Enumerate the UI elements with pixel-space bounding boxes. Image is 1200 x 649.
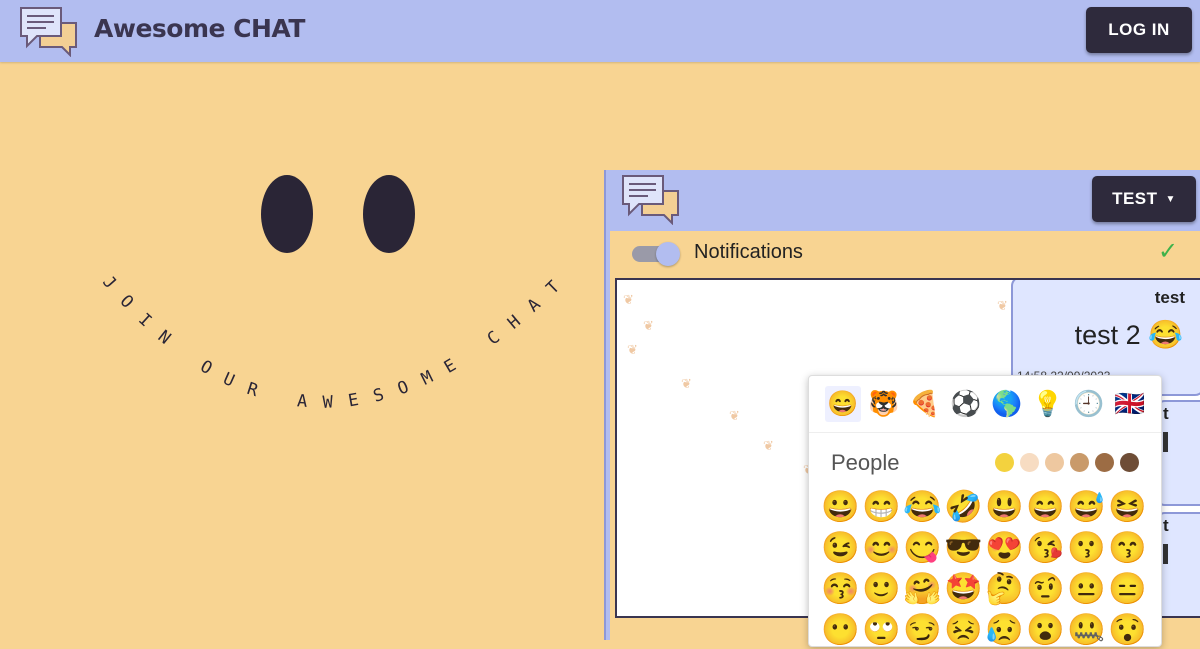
toggle-knob: [656, 242, 680, 266]
objects-tab[interactable]: 💡: [1030, 386, 1066, 422]
butterfly-icon: ❦: [627, 342, 638, 357]
emoji-option[interactable]: 😑: [1108, 570, 1147, 608]
emoji-option[interactable]: 🤣: [944, 488, 983, 526]
brand-title[interactable]: Awesome CHAT: [94, 14, 305, 43]
emoji-option[interactable]: 😶: [821, 611, 860, 649]
butterfly-icon: ❦: [997, 298, 1008, 313]
top-navbar: Awesome CHAT LOG IN: [0, 0, 1200, 62]
emoji-category-tabs: 😄 🐯 🍕 ⚽ 🌎 💡 🕘 🇬🇧: [809, 376, 1161, 433]
skin-tone-swatch[interactable]: [1020, 453, 1039, 472]
emoji-option[interactable]: 🤩: [944, 570, 983, 608]
emoji-category-label: People: [831, 450, 900, 475]
emoji-picker: 😄 🐯 🍕 ⚽ 🌎 💡 🕘 🇬🇧 People 😀 😁 😂 🤣 😃 😄 😅 😆 😉 😊 😋 😎 😍 😘 😗 😙 😚 🙂 🤗 🤩 🤔 🤨 😐…: [808, 375, 1162, 647]
smiley-mouth-text: JOIN OUR AWESOME CHAT: [98, 266, 575, 413]
emoji-option[interactable]: 😥: [985, 611, 1024, 649]
emoji-option[interactable]: 🙄: [862, 611, 901, 649]
emoji-option[interactable]: 😃: [985, 488, 1024, 526]
login-button[interactable]: LOG IN: [1086, 7, 1192, 53]
butterfly-icon: ❦: [681, 376, 692, 391]
message-text-fragment: [1163, 544, 1168, 564]
message-text: test 2 😂: [1074, 319, 1183, 350]
travel-tab[interactable]: 🌎: [989, 386, 1025, 422]
emoji-option[interactable]: 😙: [1108, 529, 1147, 567]
emoji-option[interactable]: 😄: [1026, 488, 1065, 526]
emoji-option[interactable]: 😏: [903, 611, 942, 649]
emoji-option[interactable]: 😁: [862, 488, 901, 526]
notifications-toggle[interactable]: [632, 242, 684, 266]
notifications-label: Notifications: [694, 241, 803, 263]
check-icon: ✓: [1158, 238, 1179, 265]
emoji-option[interactable]: 🤐: [1067, 611, 1106, 649]
symbols-tab[interactable]: 🕘: [1071, 386, 1107, 422]
smiley-left-eye: [261, 175, 313, 253]
user-menu-label: TEST: [1112, 189, 1158, 208]
butterfly-icon: ❦: [643, 318, 654, 333]
skin-tone-swatch[interactable]: [1045, 453, 1064, 472]
butterfly-icon: ❦: [763, 438, 774, 453]
people-tab[interactable]: 😄: [825, 386, 861, 422]
emoji-option[interactable]: 😯: [1108, 611, 1147, 649]
emoji-option[interactable]: 🤗: [903, 570, 942, 608]
emoji-option[interactable]: 😣: [944, 611, 983, 649]
svg-text:JOIN OUR AWESOME CHAT: JOIN OUR AWESOME CHAT: [98, 266, 575, 413]
smiley-right-eye: [363, 175, 415, 253]
message-user: test: [1154, 288, 1185, 307]
tears-of-joy-emoji: 😂: [1148, 319, 1183, 350]
chat-logo-icon[interactable]: [18, 5, 80, 57]
flags-tab[interactable]: 🇬🇧: [1112, 386, 1148, 422]
emoji-option[interactable]: 😗: [1067, 529, 1106, 567]
activity-tab[interactable]: ⚽: [948, 386, 984, 422]
skin-tone-swatch[interactable]: [1120, 453, 1139, 472]
food-tab[interactable]: 🍕: [907, 386, 943, 422]
emoji-option[interactable]: 😐: [1067, 570, 1106, 608]
emoji-option[interactable]: 😊: [862, 529, 901, 567]
emoji-option[interactable]: 😎: [944, 529, 983, 567]
emoji-option[interactable]: 😉: [821, 529, 860, 567]
emoji-option[interactable]: 😂: [903, 488, 942, 526]
emoji-option[interactable]: 😍: [985, 529, 1024, 567]
emoji-option[interactable]: 😮: [1026, 611, 1065, 649]
skin-tone-swatch[interactable]: [995, 453, 1014, 472]
skin-tone-swatch[interactable]: [1070, 453, 1089, 472]
emoji-option[interactable]: 😘: [1026, 529, 1065, 567]
emoji-option[interactable]: 😆: [1108, 488, 1147, 526]
butterfly-icon: ❦: [623, 292, 634, 307]
caret-down-icon: ▼: [1165, 194, 1176, 205]
emoji-option[interactable]: 🤨: [1026, 570, 1065, 608]
skin-tone-swatch[interactable]: [1095, 453, 1114, 472]
message-text-fragment: [1163, 432, 1168, 452]
chat-logo-icon: [622, 175, 679, 225]
message-user: t: [1163, 404, 1169, 423]
nature-tab[interactable]: 🐯: [866, 386, 902, 422]
emoji-option[interactable]: 😅: [1067, 488, 1106, 526]
user-menu-button[interactable]: TEST ▼: [1092, 176, 1196, 222]
emoji-option[interactable]: 😋: [903, 529, 942, 567]
emoji-option[interactable]: 😚: [821, 570, 860, 608]
butterfly-icon: ❦: [729, 408, 740, 423]
emoji-option[interactable]: 🙂: [862, 570, 901, 608]
emoji-option[interactable]: 🤔: [985, 570, 1024, 608]
message-user: t: [1163, 516, 1169, 535]
emoji-option[interactable]: 😀: [821, 488, 860, 526]
